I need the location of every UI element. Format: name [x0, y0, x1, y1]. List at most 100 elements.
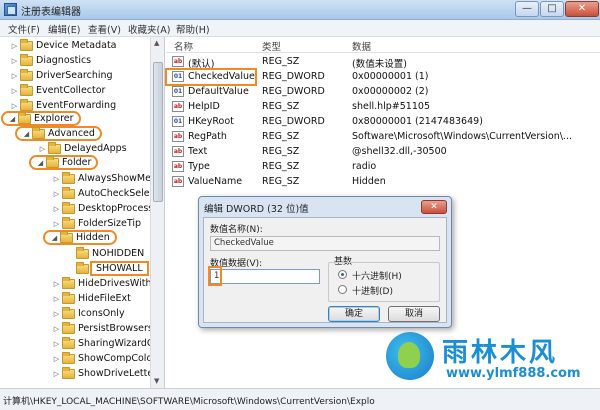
value-type: REG_SZ [262, 146, 300, 157]
value-name: HelpID [188, 101, 220, 112]
menu-file[interactable]: 文件(F) [8, 22, 40, 36]
expand-arrow-icon[interactable]: ▷ [10, 42, 19, 50]
tree-item-folder[interactable]: ◢ Folder [29, 155, 99, 170]
expand-arrow-icon[interactable]: ▷ [52, 190, 61, 198]
dec-radio[interactable] [338, 285, 347, 294]
value-row[interactable]: ab ValueName REG_SZ Hidden [166, 175, 600, 190]
folder-icon [62, 276, 75, 289]
tree-item[interactable]: ▷ DesktopProcess [52, 201, 153, 216]
tree-item-explorer[interactable]: ◢ Explorer [1, 111, 81, 126]
expand-arrow-icon[interactable]: ▷ [10, 87, 19, 95]
expand-arrow-icon[interactable]: ▷ [52, 220, 61, 228]
tree-item-advanced[interactable]: ◢ Advanced [15, 126, 102, 141]
tree-item[interactable]: ▷ ShowDriveLetters [52, 366, 162, 381]
collapse-arrow-icon[interactable]: ◢ [22, 130, 31, 138]
close-button[interactable]: ✕ [565, 1, 599, 17]
tree-item-label: HideFileExt [78, 293, 131, 304]
value-row[interactable]: ab RegPath REG_SZ Software\Microsoft\Win… [166, 130, 600, 145]
folder-icon [62, 291, 75, 304]
tree-item[interactable]: ▷ EventCollector [10, 83, 105, 98]
tree-item[interactable]: ▷ IconsOnly [52, 306, 125, 321]
expand-arrow-icon[interactable]: ▷ [52, 175, 61, 183]
folder-icon [62, 321, 75, 334]
dialog-close-button[interactable]: ✕ [421, 200, 447, 214]
tree-item-label: DriverSearching [36, 70, 113, 81]
tree-item[interactable]: ▷ HideDrivesWithN [52, 276, 159, 291]
tree-item[interactable]: ▷ ShowCompColor [52, 351, 156, 366]
tree-item-showall[interactable]: SHOWALL [66, 261, 149, 276]
tree-item[interactable]: ▷ SharingWizardOn [52, 336, 160, 351]
menu-favorites[interactable]: 收藏夹(A) [128, 22, 170, 36]
scroll-down-arrow-icon[interactable]: ▼ [154, 377, 159, 385]
scroll-up-arrow-icon[interactable]: ▲ [154, 39, 159, 47]
tree-item[interactable]: ▷ HideFileExt [52, 291, 131, 306]
expand-arrow-icon[interactable]: ▷ [10, 102, 19, 110]
value-data-input[interactable]: 1 [210, 269, 320, 284]
folder-icon [62, 351, 75, 364]
maximize-button[interactable]: □ [540, 1, 564, 17]
tree-item[interactable]: ▷ AlwaysShowMenu [52, 171, 163, 186]
value-data: radio [352, 161, 377, 172]
scrollbar-thumb[interactable] [153, 62, 163, 202]
tree-item[interactable]: ▷ Device Metadata [10, 38, 117, 53]
tree-item[interactable]: ▷ FolderSizeTip [52, 216, 141, 231]
tree-item[interactable]: ▷ DriverSearching [10, 68, 113, 83]
expand-arrow-icon[interactable]: ▷ [52, 325, 61, 333]
tree-item[interactable]: ▷ DelayedApps [38, 141, 127, 156]
tree-item-label: Hidden [76, 232, 110, 243]
cancel-button[interactable]: 取消 [388, 306, 440, 322]
tree-item-hidden[interactable]: ◢ Hidden [43, 230, 117, 245]
value-type: REG_SZ [262, 56, 300, 67]
expand-arrow-icon[interactable]: ▷ [52, 310, 61, 318]
collapse-arrow-icon[interactable]: ◢ [50, 234, 59, 242]
expand-arrow-icon[interactable]: ▷ [10, 57, 19, 65]
string-value-icon: ab [172, 146, 184, 157]
menu-help[interactable]: 帮助(H) [176, 22, 210, 36]
menu-edit[interactable]: 编辑(E) [48, 22, 80, 36]
expand-arrow-icon[interactable]: ▷ [52, 295, 61, 303]
folder-icon [20, 38, 33, 51]
value-row[interactable]: ab HelpID REG_SZ shell.hlp#51105 [166, 100, 600, 115]
tree-item[interactable]: ▷ PersistBrowsers [52, 321, 153, 336]
tree-item[interactable]: ▷ Diagnostics [10, 53, 91, 68]
column-name[interactable]: 名称 [174, 39, 193, 53]
value-type: REG_DWORD [262, 86, 325, 97]
expand-arrow-icon[interactable]: ▷ [38, 145, 47, 153]
value-row[interactable]: 01 HKeyRoot REG_DWORD 0x80000001 (214748… [166, 115, 600, 130]
collapse-arrow-icon[interactable]: ◢ [36, 159, 45, 167]
column-data[interactable]: 数据 [352, 39, 371, 53]
tree-item[interactable]: NOHIDDEN [66, 246, 144, 261]
column-type[interactable]: 类型 [262, 39, 281, 53]
menu-view[interactable]: 查看(V) [88, 22, 121, 36]
tree-scrollbar[interactable]: ▲ ▼ [150, 37, 164, 388]
value-name-label: 数值名称(N): [210, 225, 263, 235]
expand-arrow-icon[interactable]: ▷ [52, 205, 61, 213]
expand-arrow-icon[interactable]: ▷ [52, 340, 61, 348]
ok-button[interactable]: 确定 [328, 306, 380, 322]
tree-item-label: Folder [62, 157, 92, 168]
folder-icon [20, 98, 33, 111]
tree-item[interactable]: ▷ AutoCheckSelect [52, 186, 159, 201]
expand-arrow-icon[interactable]: ▷ [10, 72, 19, 80]
dec-radio-label[interactable]: 十进制(D) [352, 284, 393, 297]
dword-value-icon: 01 [172, 116, 184, 127]
value-row[interactable]: ab Text REG_SZ @shell32.dll,-30500 [166, 145, 600, 160]
status-bar: 计算机\HKEY_LOCAL_MACHINE\SOFTWARE\Microsof… [0, 388, 600, 410]
expand-arrow-icon[interactable]: ▷ [52, 280, 61, 288]
tree-item-label: ShowCompColor [78, 353, 157, 364]
tree-item-label: FolderSizeTip [78, 218, 142, 229]
minimize-button[interactable]: — [515, 1, 539, 17]
value-data: shell.hlp#51105 [352, 101, 430, 112]
value-row[interactable]: ab Type REG_SZ radio [166, 160, 600, 175]
collapse-arrow-icon[interactable]: ◢ [8, 115, 17, 123]
logo-emblem-icon [386, 332, 434, 380]
edit-dword-dialog: 编辑 DWORD (32 位)值 ✕ 数值名称(N): CheckedValue… [198, 196, 452, 328]
hex-radio-label[interactable]: 十六进制(H) [352, 269, 402, 282]
expand-arrow-icon[interactable]: ▷ [52, 370, 61, 378]
value-data: 0x80000001 (2147483649) [352, 116, 483, 127]
hex-radio[interactable] [338, 270, 347, 279]
value-row[interactable]: 01 DefaultValue REG_DWORD 0x00000002 (2) [166, 85, 600, 100]
value-type: REG_SZ [262, 101, 300, 112]
expand-arrow-icon[interactable]: ▷ [52, 355, 61, 363]
value-data: 0x00000002 (2) [352, 86, 429, 97]
